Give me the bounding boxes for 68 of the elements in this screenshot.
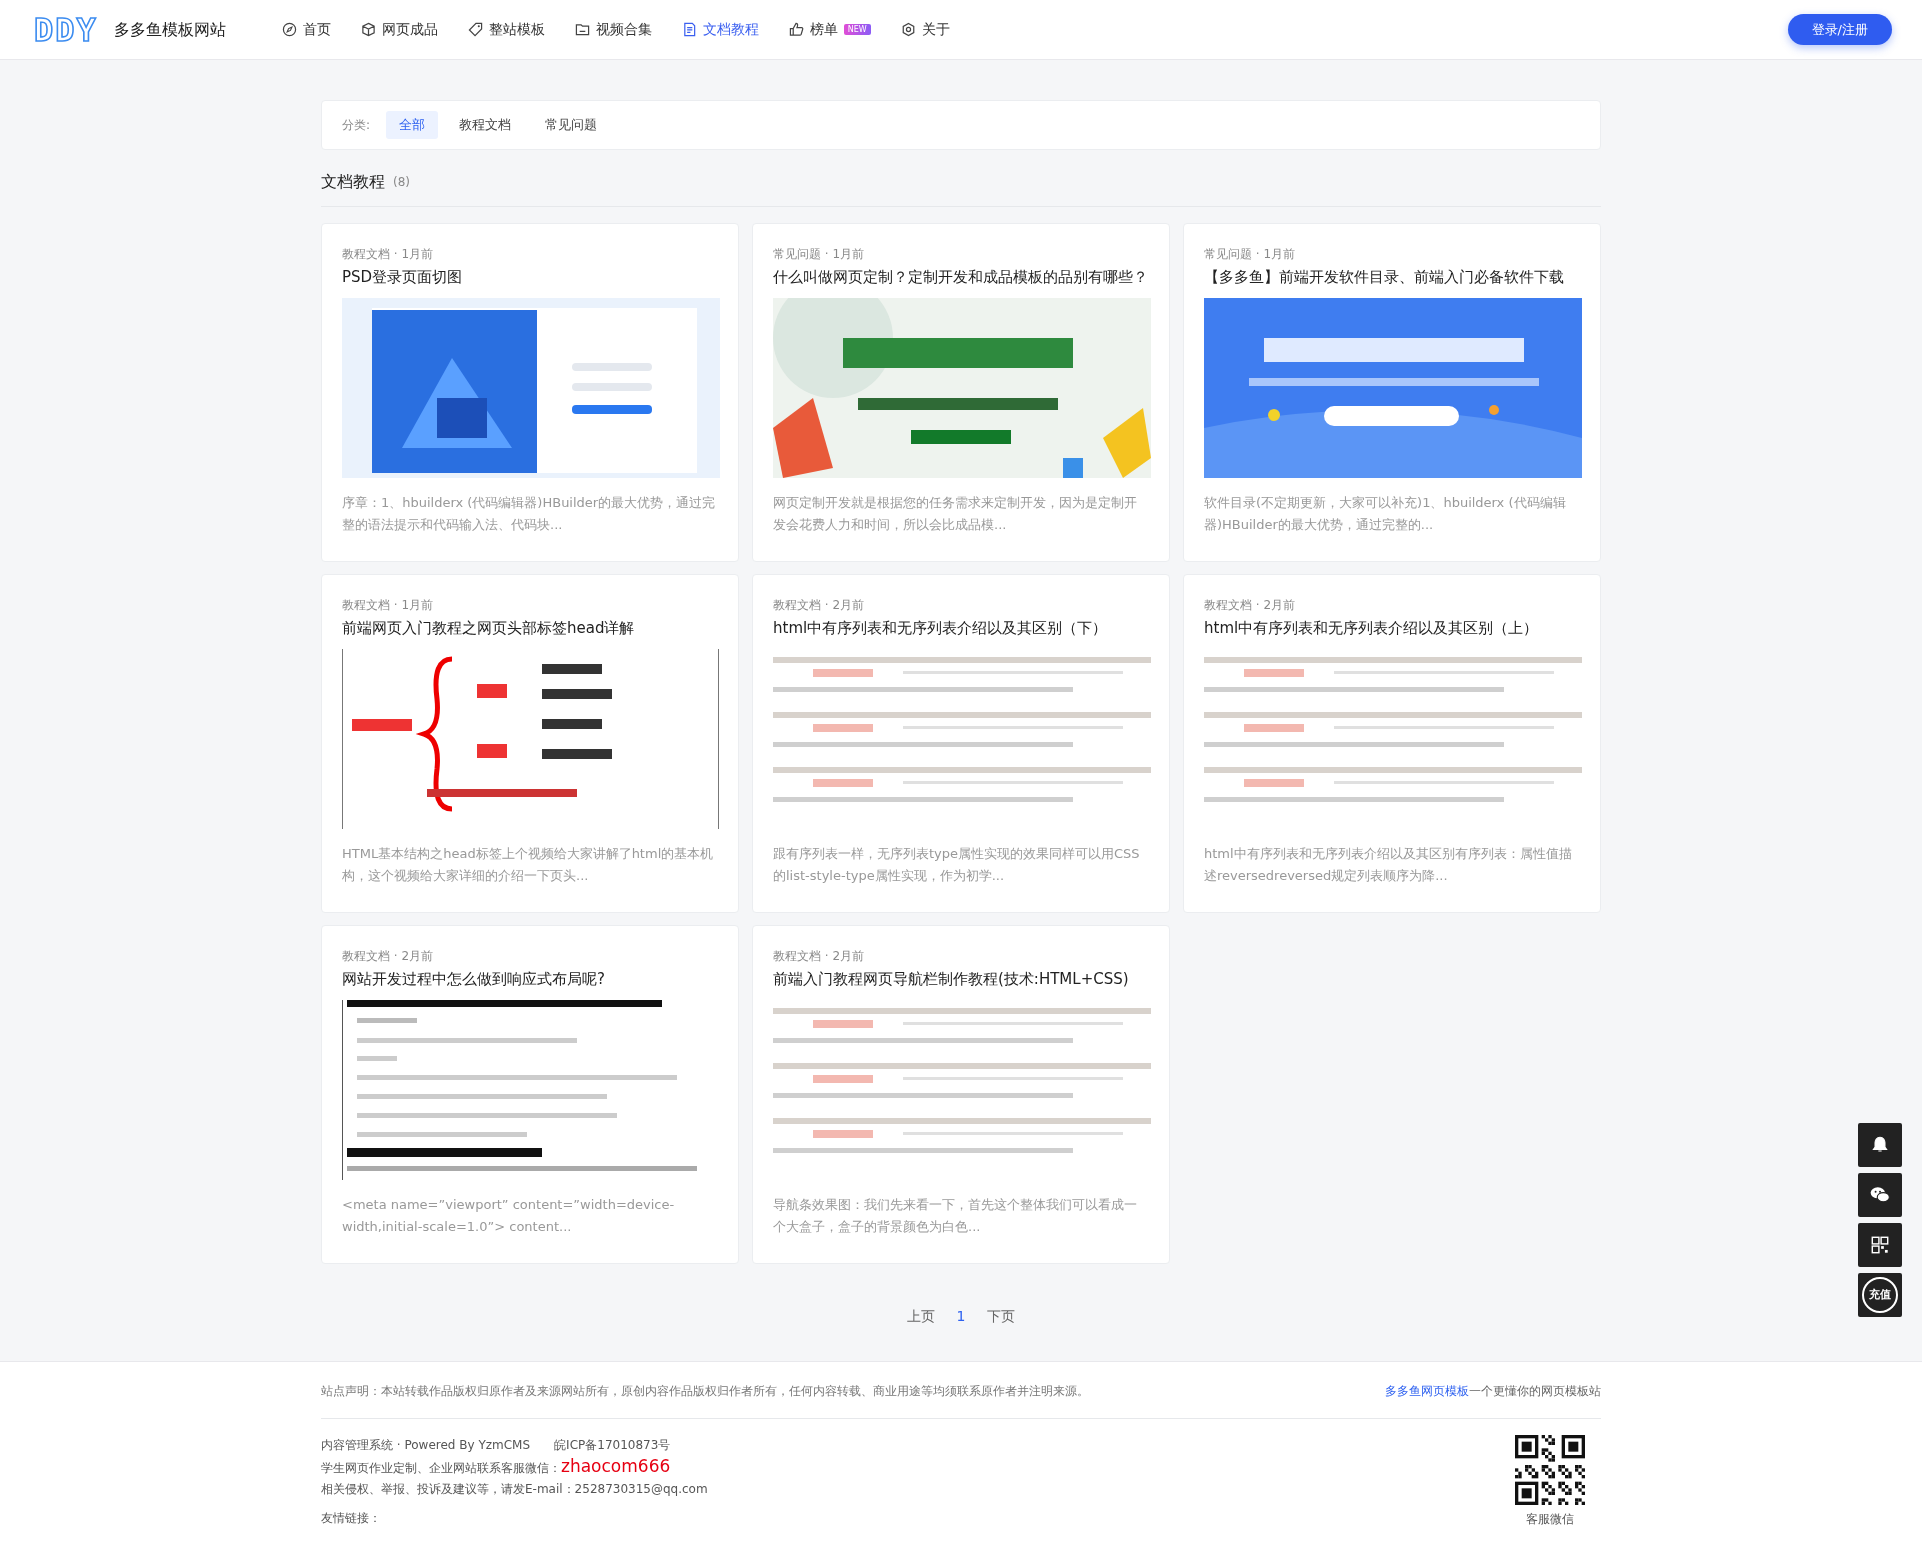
site-name: 多多鱼模板网站 xyxy=(113,18,226,41)
article-count: (8) xyxy=(393,174,410,191)
article-card[interactable]: 教程文档 · 2月前 html中有序列表和无序列表介绍以及其区别（上） html中有序列表和无序列表介绍以及其区别有序列表：属性值描述reversedreversed规定列表顺序为降... xyxy=(1183,574,1601,913)
article-excerpt: html中有序列表和无序列表介绍以及其区别有序列表：属性值描述reversedreversed规定列表顺序为降... xyxy=(1204,845,1573,885)
qr-caption: 客服微信 xyxy=(1526,1511,1574,1528)
filter-tab[interactable]: 教程文档 xyxy=(446,111,525,139)
new-tag: NEW xyxy=(843,23,871,36)
article-card[interactable]: 常见问题 · 1月前 什么叫做网页定制？定制开发和成品模板的品别有哪些？ 网页定制开发就是根据您的任务需求来定制开发，因为是定制开发会花费人力和时间，所以会比成品模... xyxy=(752,223,1170,562)
nav-link[interactable]: 榜单 NEW xyxy=(788,15,871,44)
qr-code-icon xyxy=(1869,1234,1891,1256)
nav-link[interactable]: 视频合集 xyxy=(574,15,652,44)
icp-link[interactable]: 皖ICP备17010873号 xyxy=(554,1435,671,1456)
article-excerpt: 网页定制开发就是根据您的任务需求来定制开发，因为是定制开发会花费人力和时间，所以会比成品模... xyxy=(773,494,1138,534)
filter-tab[interactable]: 全部 xyxy=(386,111,439,139)
article-card[interactable]: 教程文档 · 2月前 网站开发过程中怎么做到响应式布局呢? <meta name=”viewport” content=”width=device-width,initial-scale=1.0”> content... xyxy=(321,925,739,1264)
article-title[interactable]: 什么叫做网页定制？定制开发和成品模板的品别有哪些？ xyxy=(773,266,1149,288)
qr-code xyxy=(1515,1435,1585,1505)
nav-link[interactable]: 网页成品 xyxy=(360,15,438,44)
article-title[interactable]: PSD登录页面切图 xyxy=(342,266,718,288)
hexagon-icon xyxy=(900,22,916,37)
report-text: 相关侵权、举报、投诉及建议等，请发E-mail：2528730315@qq.com xyxy=(321,1481,708,1498)
next-page-link[interactable]: 下页 xyxy=(987,1306,1016,1327)
login-button[interactable]: 登录/注册 xyxy=(1787,13,1892,46)
article-meta: 常见问题 · 1月前 xyxy=(1204,246,1297,262)
compass-icon xyxy=(281,22,297,37)
nav-link[interactable]: 文档教程 xyxy=(681,15,759,44)
nav-link[interactable]: 整站模板 xyxy=(467,15,545,44)
box-icon xyxy=(360,22,376,37)
article-meta: 教程文档 · 1月前 xyxy=(342,246,435,262)
tag-icon xyxy=(467,22,483,37)
wechat-id: zhaocom666 xyxy=(561,1456,671,1476)
article-meta: 常见问题 · 1月前 xyxy=(773,246,866,262)
folder-icon xyxy=(574,22,590,37)
article-title[interactable]: html中有序列表和无序列表介绍以及其区别（下） xyxy=(773,617,1149,639)
bell-button[interactable] xyxy=(1858,1123,1902,1167)
nav-link[interactable]: 关于 xyxy=(900,15,950,44)
document-icon xyxy=(681,22,697,37)
thumbs-up-icon xyxy=(788,22,804,37)
recharge-button[interactable]: 充值 xyxy=(1858,1273,1902,1317)
friend-links-label: 友情链接： xyxy=(321,1510,382,1527)
brand-link[interactable]: 多多鱼网页模板 xyxy=(1385,1384,1469,1398)
article-excerpt: 序章：1、hbuilderx (代码编辑器)HBuilder的最大优势，通过完整的语法提示和代码输入法、代码块... xyxy=(342,494,717,534)
article-title[interactable]: 网站开发过程中怎么做到响应式布局呢? xyxy=(342,968,718,990)
article-card[interactable]: 常见问题 · 1月前 【多多鱼】前端开发软件目录、前端入门必备软件下载 软件目录(不定期更新，大家可以补充)1、hbuilderx (代码编辑器)HBuilder的最大优势，通过完整的... xyxy=(1183,223,1601,562)
article-card[interactable]: 教程文档 · 1月前 PSD登录页面切图 序章：1、hbuilderx (代码编辑器)HBuilder的最大优势，通过完整的语法提示和代码输入法、代码块... xyxy=(321,223,739,562)
article-meta: 教程文档 · 2月前 xyxy=(1204,597,1297,613)
article-meta: 教程文档 · 2月前 xyxy=(773,948,866,964)
brand-slogan: 一个更懂你的网页模板站 xyxy=(1469,1384,1601,1398)
article-excerpt: <meta name=”viewport” content=”width=device-width,initial-scale=1.0”> content... xyxy=(342,1196,676,1236)
chat-bubbles-button[interactable] xyxy=(1858,1173,1902,1217)
article-meta: 教程文档 · 2月前 xyxy=(773,597,866,613)
filter-tab[interactable]: 常见问题 xyxy=(532,111,611,139)
site-statement: 站点声明：本站转载作品版权归原作者及来源网站所有，原创内容作品版权归作者所有，任何内容转载、商业用途等均须联系原作者并注明来源。 xyxy=(321,1383,1089,1400)
article-title[interactable]: 【多多鱼】前端开发软件目录、前端入门必备软件下载 xyxy=(1204,266,1580,288)
page-link[interactable]: 1 xyxy=(956,1306,966,1327)
article-meta: 教程文档 · 2月前 xyxy=(342,948,435,964)
article-title[interactable]: 前端入门教程网页导航栏制作教程(技术:HTML+CSS) xyxy=(773,968,1149,990)
contact-text: 学生网页作业定制、企业网站联系客服微信： xyxy=(321,1461,561,1475)
nav-link[interactable]: 首页 xyxy=(281,15,331,44)
article-meta: 教程文档 · 1月前 xyxy=(342,597,435,613)
section-title: 文档教程 xyxy=(321,171,385,193)
prev-page-link[interactable]: 上页 xyxy=(906,1306,935,1327)
article-title[interactable]: 前端网页入门教程之网页头部标签head详解 xyxy=(342,617,718,639)
article-excerpt: 软件目录(不定期更新，大家可以补充)1、hbuilderx (代码编辑器)HBuilder的最大优势，通过完整的... xyxy=(1204,494,1567,534)
qr-code-button[interactable] xyxy=(1858,1223,1902,1267)
filter-label: 分类: xyxy=(342,117,371,134)
cms-credit: 内容管理系统 · Powered By YzmCMS xyxy=(321,1437,531,1454)
article-title[interactable]: html中有序列表和无序列表介绍以及其区别（上） xyxy=(1204,617,1580,639)
